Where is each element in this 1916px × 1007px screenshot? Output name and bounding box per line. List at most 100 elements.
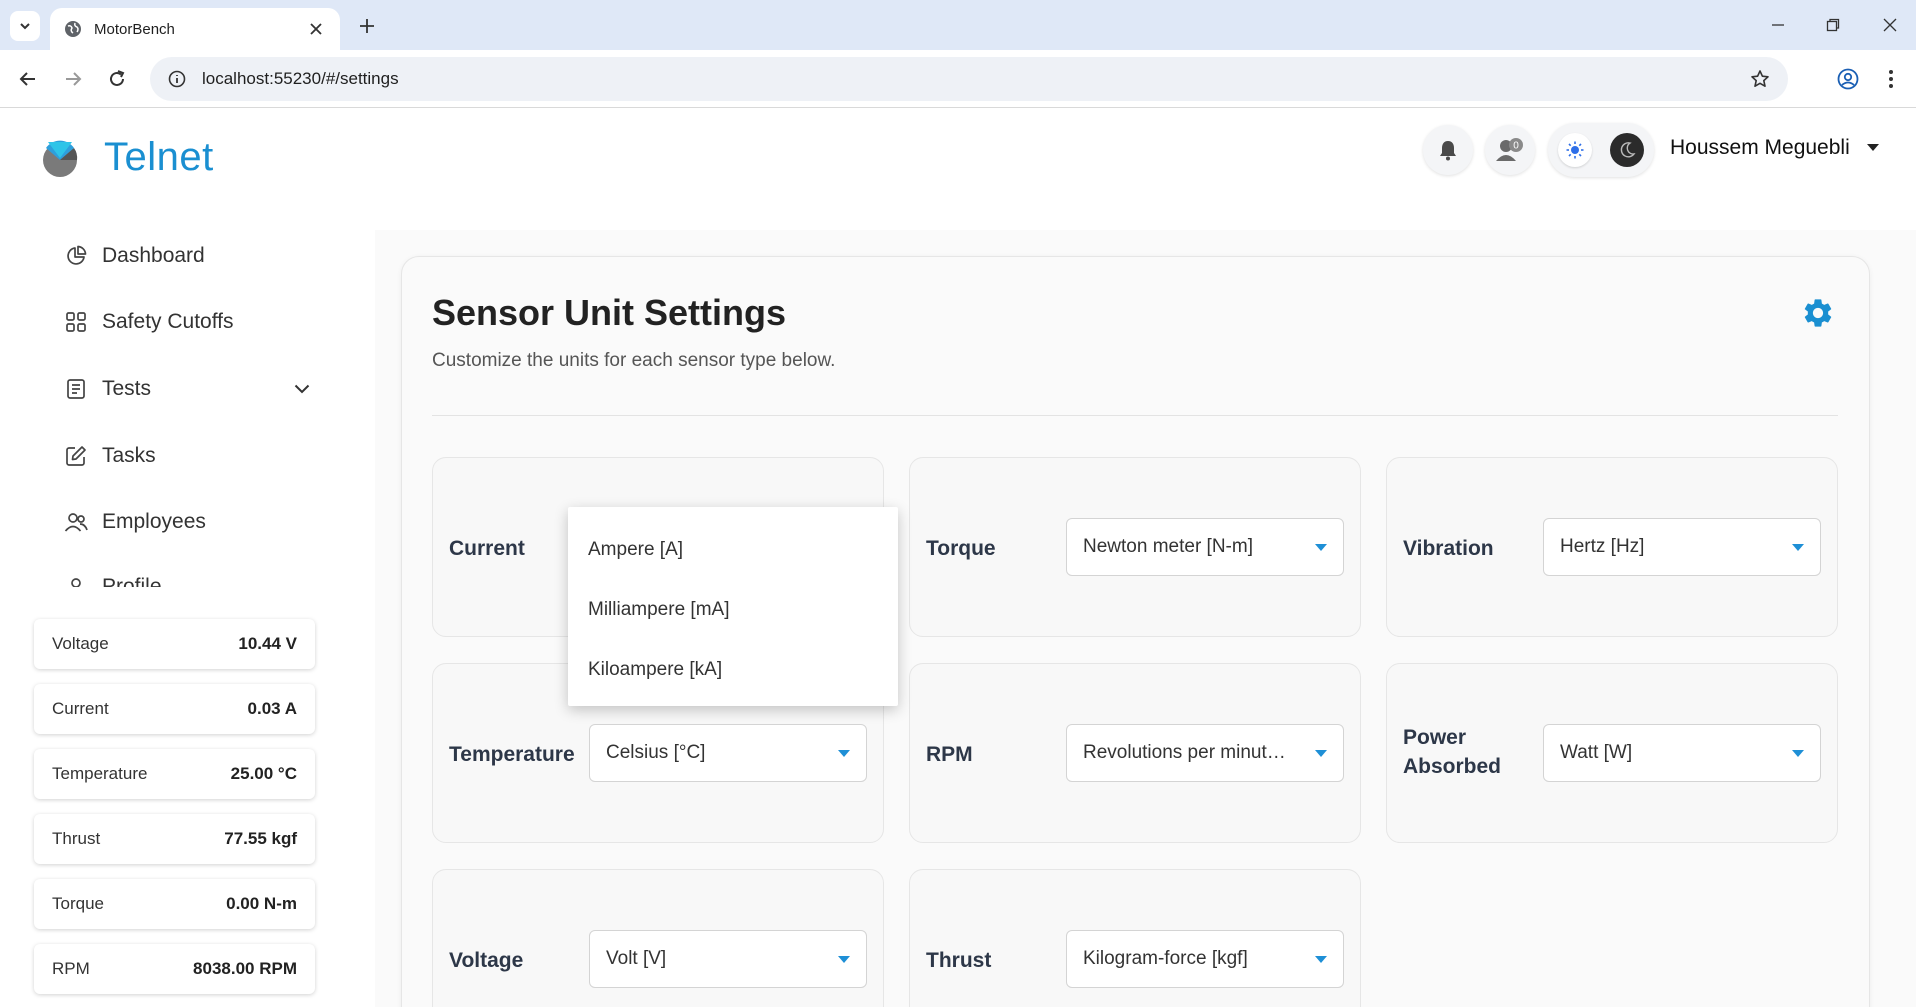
chevron-down-icon[interactable] — [290, 377, 314, 401]
minimize-icon — [1772, 24, 1784, 26]
readout-value: 10.44 V — [238, 634, 297, 653]
select-thrust-unit[interactable]: Kilogram-force [kgf] — [1066, 930, 1344, 988]
setting-card-rpm: RPM Revolutions per minute [RPM] — [909, 663, 1361, 843]
dropdown-arrow-icon — [838, 749, 850, 757]
dropdown-arrow-icon — [1792, 543, 1804, 551]
address-bar[interactable]: localhost:55230/#/settings — [150, 57, 1788, 101]
light-mode-button[interactable] — [1558, 133, 1592, 167]
tab-search-button[interactable] — [10, 11, 40, 41]
setting-card-power-absorbed: Power Absorbed Watt [W] — [1386, 663, 1838, 843]
dropdown-arrow-icon — [1792, 749, 1804, 757]
plus-icon — [360, 19, 374, 33]
close-icon — [1883, 18, 1897, 32]
new-tab-button[interactable] — [352, 11, 382, 41]
kebab-menu-icon — [1889, 70, 1893, 88]
site-info-icon[interactable] — [166, 68, 188, 90]
dropdown-arrow-icon — [1315, 749, 1327, 757]
readout-rpm: RPM 8038.00 RPM — [34, 944, 315, 994]
readout-thrust: Thrust 77.55 kgf — [34, 814, 315, 864]
theme-toggle[interactable] — [1548, 123, 1654, 177]
caret-down-icon — [1866, 144, 1879, 151]
gear-icon — [1804, 299, 1832, 327]
sidebar-item-label: Profile — [102, 575, 162, 587]
sidebar-item-label: Tasks — [102, 444, 156, 467]
sidebar-item-employees[interactable]: Employees — [64, 502, 314, 542]
setting-label-thrust: Thrust — [926, 949, 992, 972]
select-value: Celsius [°C] — [606, 742, 706, 763]
setting-card-thrust: Thrust Kilogram-force [kgf] — [909, 869, 1361, 1007]
browser-tab-bar: MotorBench — [0, 0, 1916, 50]
readout-label: RPM — [52, 959, 90, 978]
dropdown-option-milliampere[interactable]: Milliampere [mA] — [568, 580, 898, 640]
dropdown-arrow-icon — [838, 955, 850, 963]
tab-title: MotorBench — [94, 20, 175, 38]
readout-torque: Torque 0.00 N-m — [34, 879, 315, 929]
close-window-button[interactable] — [1872, 10, 1908, 40]
notifications-button[interactable] — [1423, 125, 1473, 175]
readout-value: 0.00 N-m — [226, 894, 297, 913]
reload-button[interactable] — [102, 64, 132, 94]
dropdown-arrow-icon — [1315, 543, 1327, 551]
users-icon — [64, 510, 88, 534]
readout-voltage: Voltage 10.44 V — [34, 619, 315, 669]
grid-icon — [64, 310, 88, 334]
divider — [432, 415, 1838, 416]
browser-toolbar: localhost:55230/#/settings — [0, 50, 1916, 108]
sidebar-item-label: Dashboard — [102, 244, 205, 267]
setting-label-rpm: RPM — [926, 743, 973, 766]
dropdown-arrow-icon — [1315, 955, 1327, 963]
readout-label: Current — [52, 699, 109, 718]
bookmark-star-icon[interactable] — [1748, 67, 1772, 91]
setting-card-vibration: Vibration Hertz [Hz] — [1386, 457, 1838, 637]
select-torque-unit[interactable]: Newton meter [N-m] — [1066, 518, 1344, 576]
sidebar-item-tasks[interactable]: Tasks — [64, 436, 314, 476]
account-circle-icon — [1837, 68, 1859, 90]
notification-count: 0 — [1513, 141, 1519, 152]
bell-icon — [1440, 141, 1456, 161]
sidebar-item-label: Safety Cutoffs — [102, 310, 234, 333]
profile-button[interactable] — [1833, 64, 1863, 94]
user-menu[interactable]: Houssem Meguebli — [1670, 136, 1880, 160]
settings-button[interactable] — [1800, 295, 1836, 331]
readout-value: 25.00 °C — [230, 764, 297, 783]
select-temperature-unit[interactable]: Celsius [°C] — [589, 724, 867, 782]
url-text[interactable]: localhost:55230/#/settings — [202, 69, 1748, 89]
restore-button[interactable] — [1815, 10, 1851, 40]
readout-label: Thrust — [52, 829, 101, 848]
minimize-button[interactable] — [1760, 10, 1796, 40]
app-logo[interactable]: Telnet — [40, 135, 214, 180]
select-vibration-unit[interactable]: Hertz [Hz] — [1543, 518, 1821, 576]
select-voltage-unit[interactable]: Volt [V] — [589, 930, 867, 988]
select-rpm-unit[interactable]: Revolutions per minute [RPM] — [1066, 724, 1344, 782]
dropdown-option-kiloampere[interactable]: Kiloampere [kA] — [568, 640, 898, 700]
setting-card-voltage: Voltage Volt [V] — [432, 869, 884, 1007]
select-value: Kilogram-force [kgf] — [1083, 948, 1248, 969]
sidebar-item-dashboard[interactable]: Dashboard — [64, 236, 314, 276]
setting-label-power-absorbed-line1: Power — [1403, 726, 1467, 749]
setting-label-temperature: Temperature — [449, 743, 575, 766]
select-power-absorbed-unit[interactable]: Watt [W] — [1543, 724, 1821, 782]
sidebar-item-label: Employees — [102, 510, 206, 533]
user-icon — [64, 575, 88, 587]
edit-icon — [64, 444, 88, 468]
forward-button[interactable] — [58, 64, 88, 94]
connection-status-button[interactable]: 0 — [1485, 125, 1535, 175]
dropdown-option-ampere[interactable]: Ampere [A] — [568, 520, 898, 580]
readout-label: Temperature — [52, 764, 148, 783]
readout-label: Voltage — [52, 634, 109, 653]
sidebar-item-safety-cutoffs[interactable]: Safety Cutoffs — [64, 302, 314, 342]
sidebar-item-profile[interactable]: Profile — [64, 567, 314, 587]
setting-label-torque: Torque — [926, 537, 996, 560]
restore-icon — [1826, 18, 1840, 32]
page-title: Sensor Unit Settings — [432, 292, 787, 333]
sidebar-item-tests[interactable]: Tests — [64, 369, 314, 409]
close-tab-icon[interactable] — [306, 19, 326, 39]
clipboard-icon — [64, 377, 88, 401]
arrow-left-icon — [19, 72, 35, 86]
back-button[interactable] — [13, 64, 43, 94]
pie-chart-icon — [64, 244, 88, 268]
browser-tab[interactable]: MotorBench — [50, 8, 340, 50]
dark-mode-button[interactable] — [1610, 133, 1644, 167]
browser-menu-button[interactable] — [1876, 64, 1906, 94]
moon-icon — [1620, 142, 1636, 158]
